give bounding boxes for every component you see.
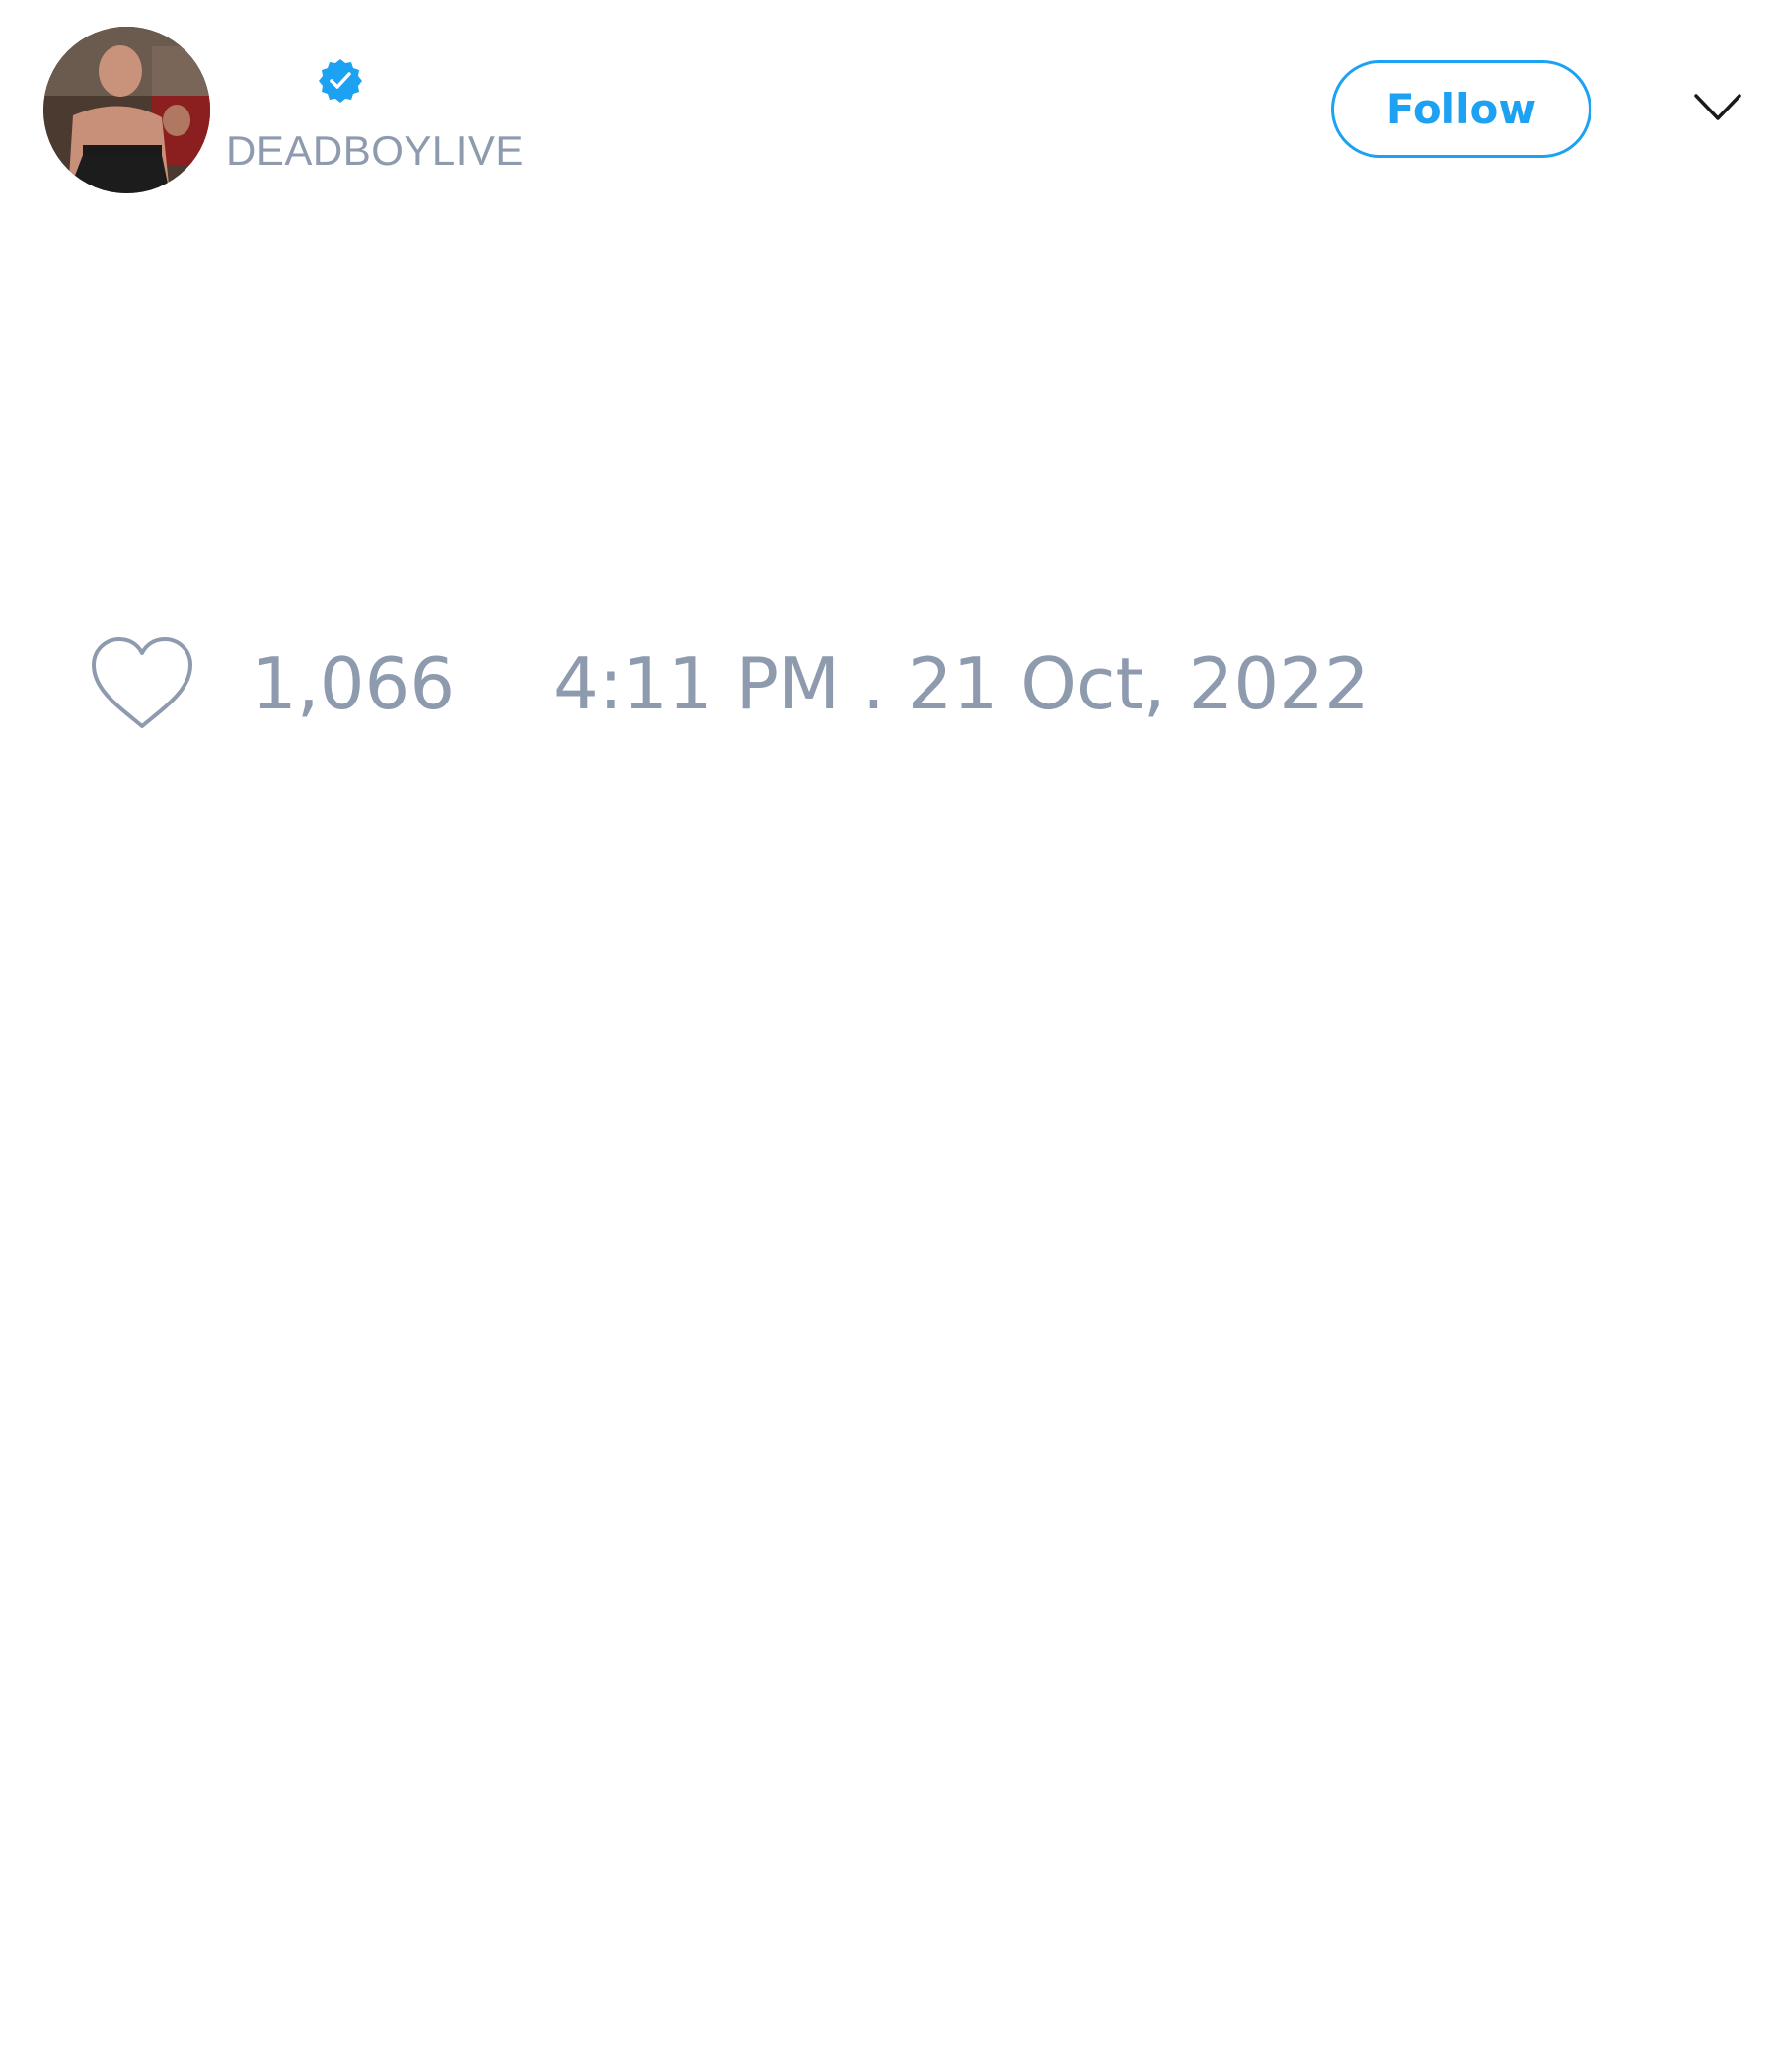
heart-icon[interactable]	[89, 635, 195, 732]
chevron-down-icon[interactable]	[1693, 91, 1742, 124]
tweet-timestamp[interactable]: 4:11 PM . 21 Oct, 2022	[554, 639, 1369, 728]
verified-badge-icon	[319, 59, 362, 103]
author-handle[interactable]: DEADBOYLIVE	[226, 124, 524, 178]
tweet-card: DEADBOYLIVE Follow 1,066 4:11 PM . 21 Oc…	[0, 0, 1776, 2072]
follow-button[interactable]: Follow	[1331, 60, 1591, 158]
avatar[interactable]	[43, 27, 210, 193]
avatar-image	[43, 27, 210, 193]
like-count: 1,066	[252, 642, 456, 725]
